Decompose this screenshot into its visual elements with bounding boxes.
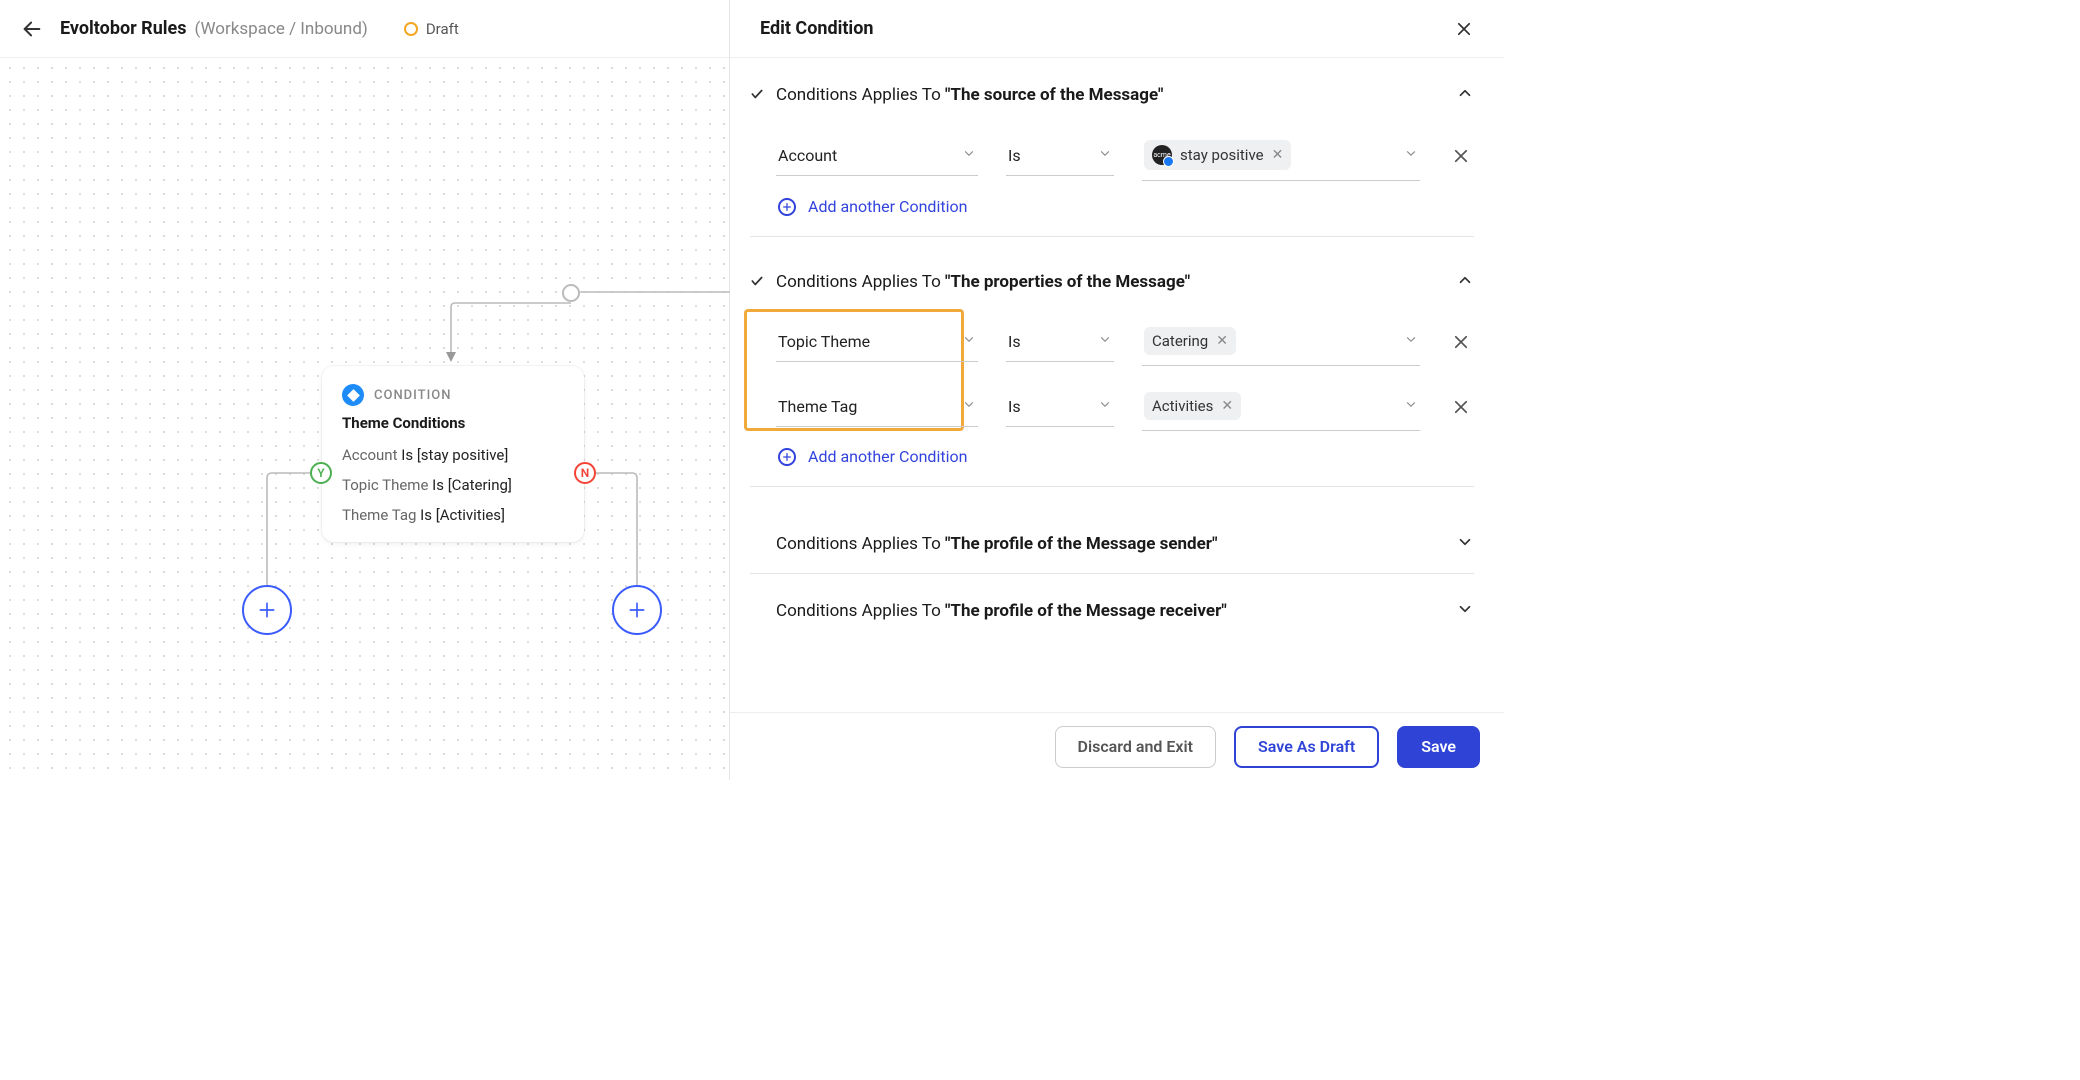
status-dot-icon	[404, 22, 418, 36]
operator-select[interactable]: Is	[1006, 322, 1114, 362]
breadcrumb: (Workspace / Inbound)	[195, 19, 368, 39]
value-select[interactable]: acme stay positive ✕	[1142, 130, 1420, 181]
branch-no-badge: N	[574, 462, 596, 484]
section-title: Conditions Applies To "The source of the…	[776, 85, 1444, 105]
chevron-down-icon	[1404, 146, 1418, 165]
chevron-down-icon	[1456, 600, 1474, 622]
close-icon[interactable]	[1454, 19, 1474, 39]
page-title: Evoltobor Rules	[60, 18, 187, 39]
value-select[interactable]: Activities ✕	[1142, 382, 1420, 431]
branch-yes-badge: Y	[310, 462, 332, 484]
section-title: Conditions Applies To "The properties of…	[776, 272, 1444, 292]
operator-select[interactable]: Is	[1006, 136, 1114, 176]
value-tag[interactable]: Activities ✕	[1144, 392, 1241, 420]
node-rule: Topic Theme Is [Catering]	[342, 476, 564, 494]
node-rule: Theme Tag Is [Activities]	[342, 506, 564, 524]
chevron-up-icon	[1456, 84, 1474, 106]
status-badge: Draft	[426, 20, 459, 38]
chevron-up-icon	[1456, 271, 1474, 293]
node-type-label: CONDITION	[374, 388, 451, 403]
chevron-down-icon	[962, 332, 976, 351]
field-select[interactable]: Theme Tag	[776, 387, 978, 427]
chevron-down-icon	[1404, 332, 1418, 351]
chevron-down-icon	[1404, 397, 1418, 416]
field-select[interactable]: Account	[776, 136, 978, 176]
flow-start-node[interactable]	[562, 284, 580, 302]
add-no-branch-button[interactable]	[612, 585, 662, 635]
operator-select[interactable]: Is	[1006, 387, 1114, 427]
flow-canvas[interactable]: Y N CONDITION Theme Conditions Account I…	[0, 58, 729, 780]
chevron-down-icon	[1098, 146, 1112, 165]
condition-row: Topic Theme Is Catering ✕	[776, 317, 1474, 366]
value-tag[interactable]: acme stay positive ✕	[1144, 140, 1291, 170]
chevron-down-icon	[1456, 533, 1474, 555]
save-draft-button[interactable]: Save As Draft	[1234, 726, 1379, 768]
check-icon	[750, 273, 764, 292]
chevron-down-icon	[1098, 332, 1112, 351]
value-select[interactable]: Catering ✕	[1142, 317, 1420, 366]
discard-button[interactable]: Discard and Exit	[1055, 726, 1217, 768]
section-header-properties[interactable]: Conditions Applies To "The properties of…	[750, 265, 1474, 299]
check-icon	[750, 86, 764, 105]
panel-title: Edit Condition	[760, 18, 873, 39]
chevron-down-icon	[962, 146, 976, 165]
plus-circle-icon	[778, 448, 796, 466]
add-condition-link[interactable]: Add another Condition	[776, 197, 1474, 216]
section-header-sender[interactable]: Conditions Applies To "The profile of th…	[750, 515, 1474, 574]
node-rule: Account Is [stay positive]	[342, 446, 564, 464]
remove-tag-icon[interactable]: ✕	[1216, 333, 1228, 349]
add-yes-branch-button[interactable]	[242, 585, 292, 635]
condition-node[interactable]: Y N CONDITION Theme Conditions Account I…	[322, 366, 584, 542]
delete-row-icon[interactable]	[1448, 333, 1474, 351]
add-condition-link[interactable]: Add another Condition	[776, 447, 1474, 466]
remove-tag-icon[interactable]: ✕	[1221, 398, 1233, 414]
save-button[interactable]: Save	[1397, 726, 1480, 768]
field-select[interactable]: Topic Theme	[776, 322, 978, 362]
chevron-down-icon	[1098, 397, 1112, 416]
chevron-down-icon	[962, 397, 976, 416]
condition-row: Theme Tag Is Activities ✕	[776, 382, 1474, 431]
plus-circle-icon	[778, 198, 796, 216]
value-tag[interactable]: Catering ✕	[1144, 327, 1236, 355]
node-title: Theme Conditions	[342, 414, 564, 432]
delete-row-icon[interactable]	[1448, 398, 1474, 416]
section-header-receiver[interactable]: Conditions Applies To "The profile of th…	[750, 574, 1474, 622]
account-avatar-icon: acme	[1152, 145, 1172, 165]
remove-tag-icon[interactable]: ✕	[1272, 147, 1284, 163]
back-arrow-icon[interactable]	[20, 17, 44, 41]
condition-row: Account Is acme stay positive ✕	[776, 130, 1474, 181]
condition-icon	[342, 384, 364, 406]
section-title: Conditions Applies To "The profile of th…	[776, 534, 1456, 554]
section-title: Conditions Applies To "The profile of th…	[776, 601, 1456, 621]
section-header-source[interactable]: Conditions Applies To "The source of the…	[750, 78, 1474, 112]
delete-row-icon[interactable]	[1448, 147, 1474, 165]
